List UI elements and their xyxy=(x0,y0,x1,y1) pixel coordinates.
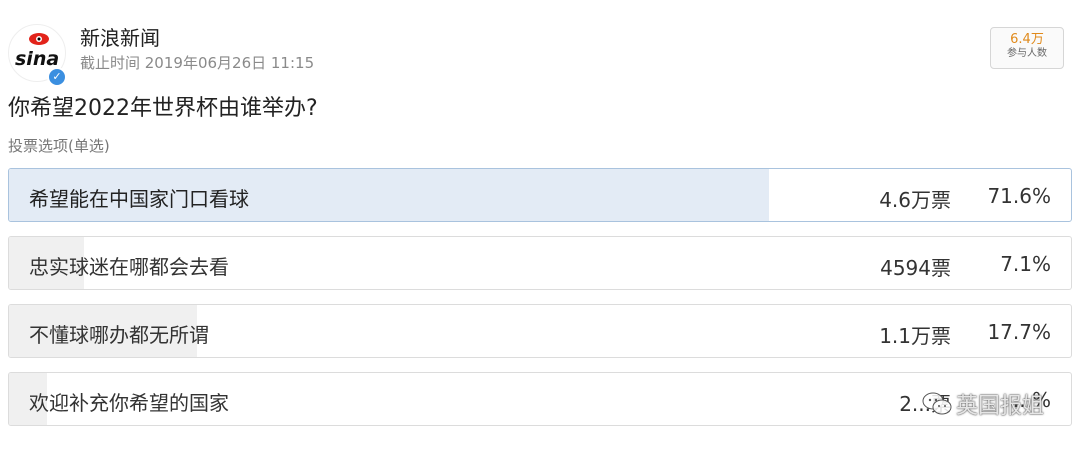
poll-question: 你希望2022年世界杯由谁举办? xyxy=(8,96,318,121)
poll-header: sina ✓ 新浪新闻 截止时间 2019年06月26日 11:15 6.4万 … xyxy=(8,10,1072,87)
option-label: 欢迎补充你希望的国家 xyxy=(29,391,229,415)
poll-option[interactable]: 忠实球迷在哪都会去看 4594票 7.1% xyxy=(8,236,1072,290)
participants-box: 6.4万 参与人数 xyxy=(990,27,1064,69)
option-percent: 17.7% xyxy=(987,320,1051,344)
option-percent: 71.6% xyxy=(987,184,1051,208)
deadline-timestamp: 截止时间 2019年06月26日 11:15 xyxy=(80,54,315,72)
poll-card: sina ✓ 新浪新闻 截止时间 2019年06月26日 11:15 6.4万 … xyxy=(0,0,1080,451)
avatar[interactable]: sina ✓ xyxy=(8,24,67,87)
option-label: 不懂球哪办都无所谓 xyxy=(29,323,209,347)
wechat-icon xyxy=(922,392,952,415)
participants-count: 6.4万 xyxy=(1010,32,1044,47)
verified-check-icon: ✓ xyxy=(47,67,67,87)
option-percent: 7.1% xyxy=(1000,252,1051,276)
watermark: 英国报姐 xyxy=(922,386,1044,422)
option-votes: 4594票 xyxy=(880,256,951,280)
option-votes: 4.6万票 xyxy=(879,188,951,212)
watermark-text: 英国报姐 xyxy=(955,394,1044,419)
vote-type-label: 投票选项(单选) xyxy=(8,137,110,155)
poll-option[interactable]: 不懂球哪办都无所谓 1.1万票 17.7% xyxy=(8,304,1072,358)
option-label: 忠实球迷在哪都会去看 xyxy=(29,255,229,279)
option-votes: 1.1万票 xyxy=(879,324,951,348)
poll-options: 希望能在中国家门口看球 4.6万票 71.6% 忠实球迷在哪都会去看 4594票… xyxy=(8,168,1072,440)
poll-option[interactable]: 欢迎补充你希望的国家 2...票 ...% xyxy=(8,372,1072,426)
participants-label: 参与人数 xyxy=(1007,48,1047,59)
option-label: 希望能在中国家门口看球 xyxy=(29,187,249,211)
account-name[interactable]: 新浪新闻 xyxy=(80,22,160,51)
poll-option[interactable]: 希望能在中国家门口看球 4.6万票 71.6% xyxy=(8,168,1072,222)
